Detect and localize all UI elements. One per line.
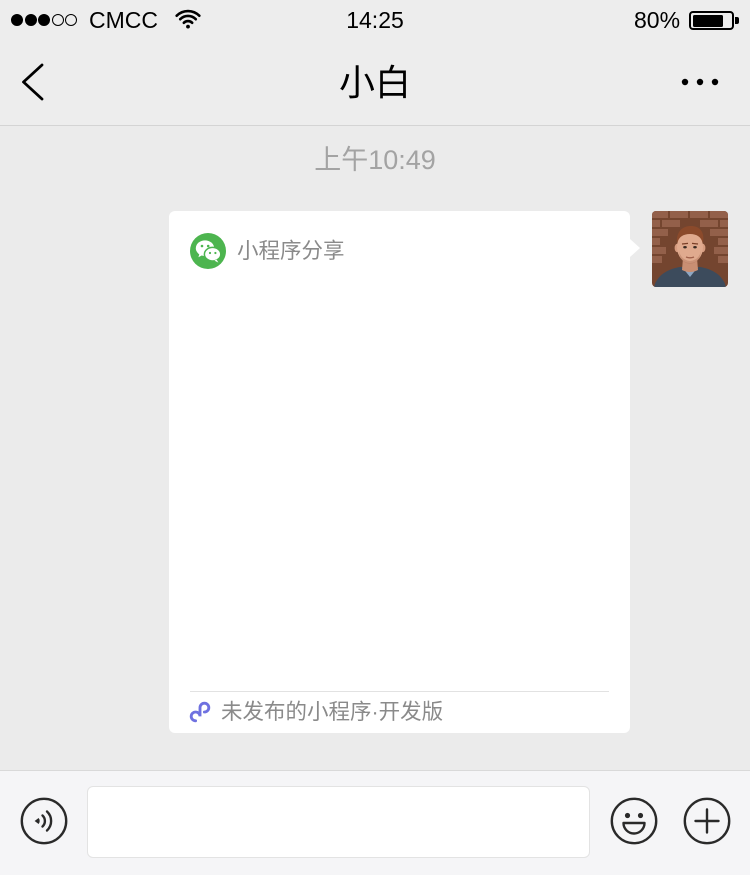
plus-icon (683, 797, 731, 845)
signal-dot-empty (65, 14, 77, 26)
card-footer-label: 未发布的小程序·开发版 (221, 700, 444, 724)
wechat-icon (190, 233, 226, 269)
back-button[interactable] (12, 60, 56, 104)
mini-program-card[interactable]: 小程序分享 未发布的小程序·开发版 (169, 211, 640, 733)
card-footer: 未发布的小程序·开发版 (189, 699, 443, 725)
card-preview (190, 283, 609, 679)
plus-button[interactable] (683, 797, 731, 845)
message-input[interactable] (87, 786, 590, 858)
more-button[interactable] (676, 67, 724, 97)
signal-dot-filled (11, 14, 23, 26)
carrier-name: CMCC (89, 7, 158, 33)
avatar-photo-icon (652, 211, 728, 287)
card-header-label: 小程序分享 (237, 239, 345, 263)
chevron-left-icon (22, 63, 44, 101)
battery-level-fill (692, 14, 723, 27)
page-title: 小白 (338, 62, 411, 103)
emoji-icon (610, 797, 658, 845)
card-divider (190, 691, 609, 692)
more-icon (681, 78, 719, 86)
wifi-icon (175, 9, 201, 29)
avatar[interactable] (652, 211, 728, 287)
battery-icon (689, 11, 739, 30)
voice-button[interactable] (20, 797, 68, 845)
mini-program-icon (189, 701, 211, 723)
signal-dot-filled (38, 14, 50, 26)
signal-strength-icon (11, 14, 79, 26)
battery-percent: 80% (634, 7, 681, 33)
bubble-tail (630, 239, 640, 257)
signal-dot-empty (51, 14, 64, 26)
message-timestamp: 上午10:49 (314, 145, 436, 175)
nav-bar: 小白 (0, 40, 750, 126)
status-time: 14:25 (346, 7, 404, 33)
emoji-button[interactable] (610, 797, 658, 845)
chat-area[interactable]: 上午10:49 小程序分享 未发布的小程序·开发版 (0, 126, 750, 770)
signal-dot-filled (24, 14, 37, 26)
voice-icon (20, 797, 68, 845)
card-header: 小程序分享 (190, 233, 345, 269)
input-bar (0, 770, 750, 875)
status-bar: CMCC 14:25 80% (0, 0, 750, 40)
